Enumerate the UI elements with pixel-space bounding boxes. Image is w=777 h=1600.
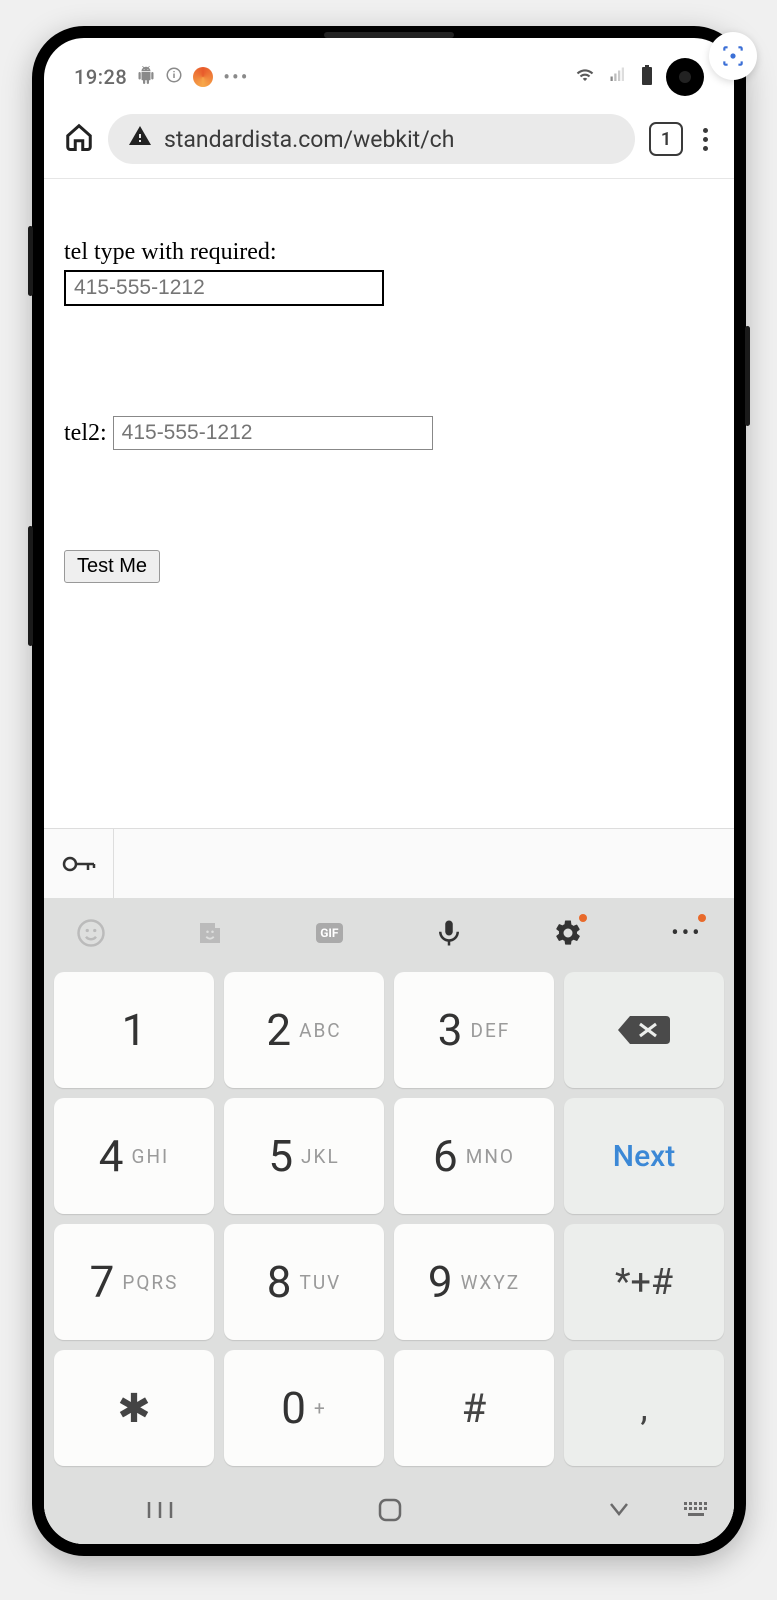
android-icon (137, 65, 155, 89)
status-bar: 19:28 ••• (44, 38, 734, 102)
nav-keyboard-switch-icon[interactable] (682, 1500, 710, 1524)
nav-recents-icon[interactable] (145, 1498, 175, 1526)
battery-icon (640, 65, 654, 90)
emoji-icon[interactable] (70, 912, 112, 954)
mic-icon[interactable] (428, 912, 470, 954)
url-bar[interactable]: standardista.com/webkit/ch (108, 114, 635, 164)
front-camera-cutout (666, 58, 704, 96)
app-icon (193, 67, 213, 87)
soft-keyboard: GIF ••• 1 2ABC 3DEF (44, 898, 734, 1544)
key-5[interactable]: 5JKL (224, 1098, 384, 1214)
key-next[interactable]: Next (564, 1098, 724, 1214)
settings-icon[interactable] (547, 912, 589, 954)
tel1-label: tel type with required: (64, 239, 714, 266)
phone-frame: 19:28 ••• (32, 26, 746, 1556)
wifi-icon (574, 65, 596, 89)
browser-menu-button[interactable] (697, 124, 714, 155)
tel2-input[interactable] (113, 416, 433, 450)
test-me-button[interactable]: Test Me (64, 550, 160, 583)
scan-screenshot-icon[interactable] (709, 32, 757, 80)
signal-icon (608, 65, 628, 89)
backspace-icon (616, 1012, 672, 1048)
key-1[interactable]: 1 (54, 972, 214, 1088)
url-text: standardista.com/webkit/ch (164, 126, 454, 153)
home-icon[interactable] (64, 122, 94, 156)
status-time: 19:28 (74, 65, 127, 89)
android-nav-bar (44, 1480, 734, 1544)
sticker-icon[interactable] (189, 912, 231, 954)
nav-back-icon[interactable] (605, 1500, 633, 1524)
key-comma[interactable]: , (564, 1350, 724, 1466)
gif-icon[interactable]: GIF (308, 912, 350, 954)
key-6[interactable]: 6MNO (394, 1098, 554, 1214)
key-3[interactable]: 3DEF (394, 972, 554, 1088)
more-icon[interactable]: ••• (666, 912, 708, 954)
suggestion-area[interactable] (114, 829, 734, 898)
key-9[interactable]: 9WXYZ (394, 1224, 554, 1340)
key-0[interactable]: 0+ (224, 1350, 384, 1466)
tabs-button[interactable]: 1 (649, 122, 683, 156)
tab-count: 1 (661, 129, 671, 150)
key-2[interactable]: 2ABC (224, 972, 384, 1088)
key-backspace[interactable] (564, 972, 724, 1088)
key-8[interactable]: 8TUV (224, 1224, 384, 1340)
insecure-icon (128, 124, 152, 154)
key-asterisk[interactable]: ✱ (54, 1350, 214, 1466)
key-4[interactable]: 4GHI (54, 1098, 214, 1214)
tel1-input[interactable] (64, 270, 384, 306)
more-dots-icon: ••• (223, 65, 249, 89)
key-symbols[interactable]: *+# (564, 1224, 724, 1340)
key-hash[interactable]: # (394, 1350, 554, 1466)
keyboard-suggestion-bar (44, 828, 734, 898)
keyboard-toolbar: GIF ••• (44, 898, 734, 968)
tel2-label: tel2: (64, 420, 107, 447)
password-key-icon[interactable] (44, 829, 114, 898)
nav-home-icon[interactable] (376, 1496, 404, 1528)
info-icon (165, 65, 183, 89)
web-page-content: tel type with required: tel2: Test Me (44, 179, 734, 603)
key-7[interactable]: 7PQRS (54, 1224, 214, 1340)
browser-toolbar: standardista.com/webkit/ch 1 (44, 102, 734, 179)
